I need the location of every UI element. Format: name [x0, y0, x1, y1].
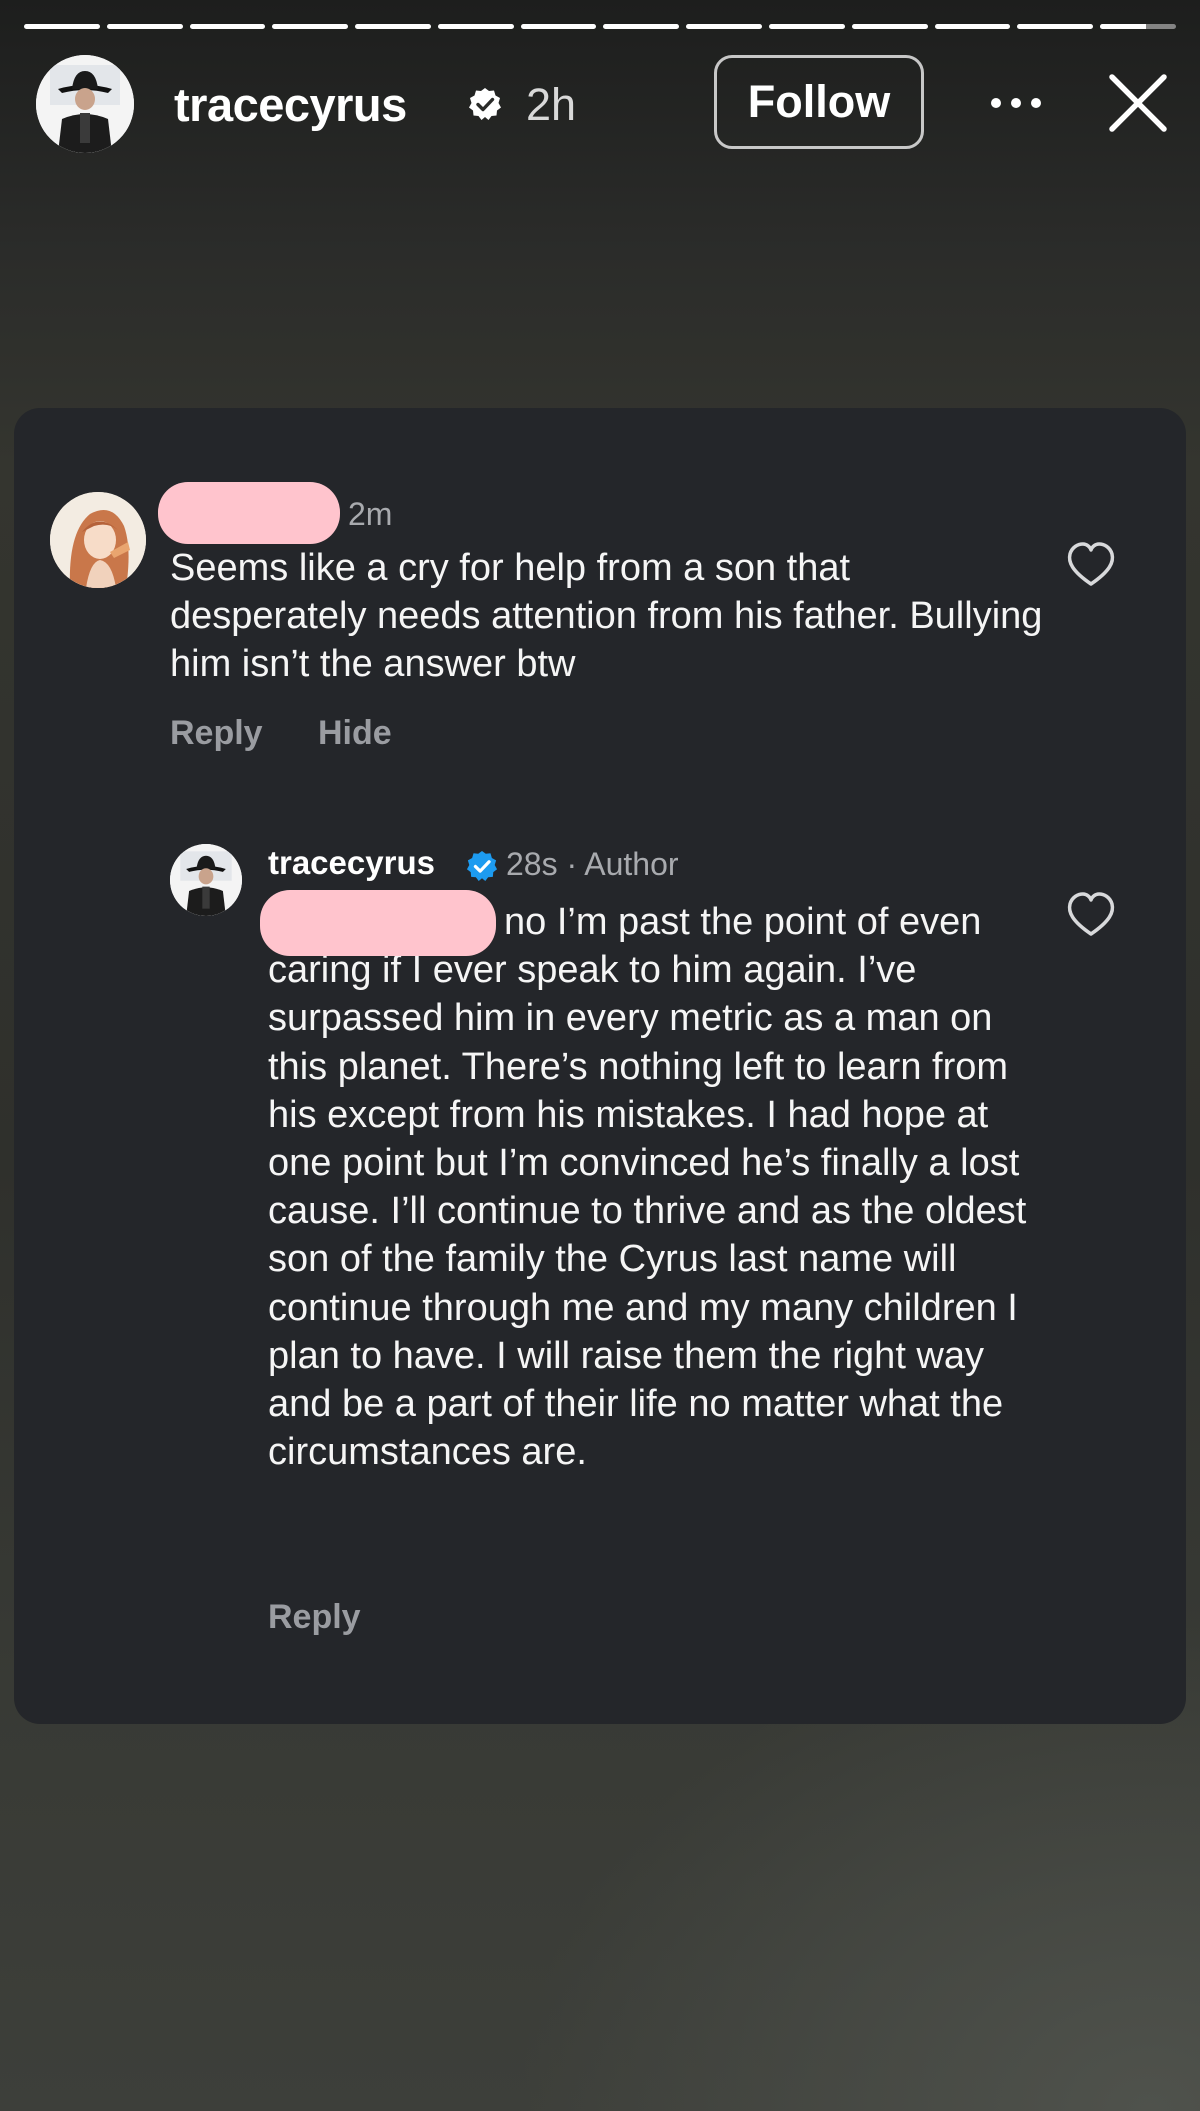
more-horizontal-icon[interactable]: [986, 83, 1046, 123]
comment-text: Seems like a cry for help from a son tha…: [170, 547, 1043, 685]
cowboy-avatar-image: [170, 844, 242, 916]
story-progress-fill: [851, 24, 928, 29]
profile-avatar[interactable]: [36, 55, 134, 153]
story-progress-segment: [106, 24, 183, 29]
story-progress-segment: [1100, 24, 1176, 29]
story-progress-segment: [520, 24, 597, 29]
anime-avatar-image: [50, 492, 146, 588]
story-progress-fill: [1017, 24, 1094, 29]
redacted-username: [158, 482, 340, 544]
story-progress-fill: [24, 24, 100, 29]
reply-button[interactable]: Reply: [268, 1598, 361, 1637]
story-progress-fill: [1100, 24, 1146, 29]
story-progress-segment: [437, 24, 514, 29]
story-header: tracecyrus 2h Follow: [36, 55, 1167, 153]
heart-icon[interactable]: [1064, 538, 1118, 592]
author-avatar[interactable]: [170, 844, 242, 916]
story-progress-fill: [272, 24, 349, 29]
story-progress-fill: [520, 24, 597, 29]
story-progress-bar: [24, 24, 1176, 29]
story-progress-segment: [851, 24, 928, 29]
heart-icon[interactable]: [1064, 888, 1118, 942]
verified-badge-icon: [469, 88, 501, 120]
story-progress-fill: [437, 24, 514, 29]
reply-meta: 28s · Author: [506, 846, 679, 882]
story-progress-segment: [272, 24, 349, 29]
redacted-mention: [260, 890, 496, 956]
story-progress-segment: [189, 24, 266, 29]
story-progress-segment: [769, 24, 845, 29]
cowboy-avatar-image: [36, 55, 134, 153]
reply-button[interactable]: Reply: [170, 714, 263, 753]
comment-card: 2m Seems like a cry for help from a son …: [14, 408, 1186, 1724]
story-timestamp: 2h: [526, 79, 577, 130]
close-icon[interactable]: [1106, 71, 1170, 135]
verified-badge-icon: [466, 850, 498, 882]
story-progress-fill: [934, 24, 1011, 29]
hide-button[interactable]: Hide: [318, 714, 392, 753]
story-username[interactable]: tracecyrus: [174, 77, 407, 132]
reply-text: no I’m past the point of even caring if …: [268, 901, 1027, 1474]
story-progress-fill: [106, 24, 183, 29]
story-progress-segment: [24, 24, 100, 29]
follow-button[interactable]: Follow: [714, 55, 924, 149]
story-progress-fill: [769, 24, 845, 29]
comment-timestamp: 2m: [348, 496, 393, 532]
story-progress-segment: [934, 24, 1011, 29]
author-username[interactable]: tracecyrus: [268, 844, 435, 882]
story-progress-segment: [603, 24, 680, 29]
story-progress-fill: [189, 24, 266, 29]
story-progress-segment: [686, 24, 763, 29]
story-progress-segment: [355, 24, 431, 29]
story-progress-fill: [686, 24, 763, 29]
story-progress-fill: [355, 24, 431, 29]
story-progress-fill: [603, 24, 680, 29]
story-progress-segment: [1017, 24, 1094, 29]
commenter-avatar[interactable]: [50, 492, 146, 588]
